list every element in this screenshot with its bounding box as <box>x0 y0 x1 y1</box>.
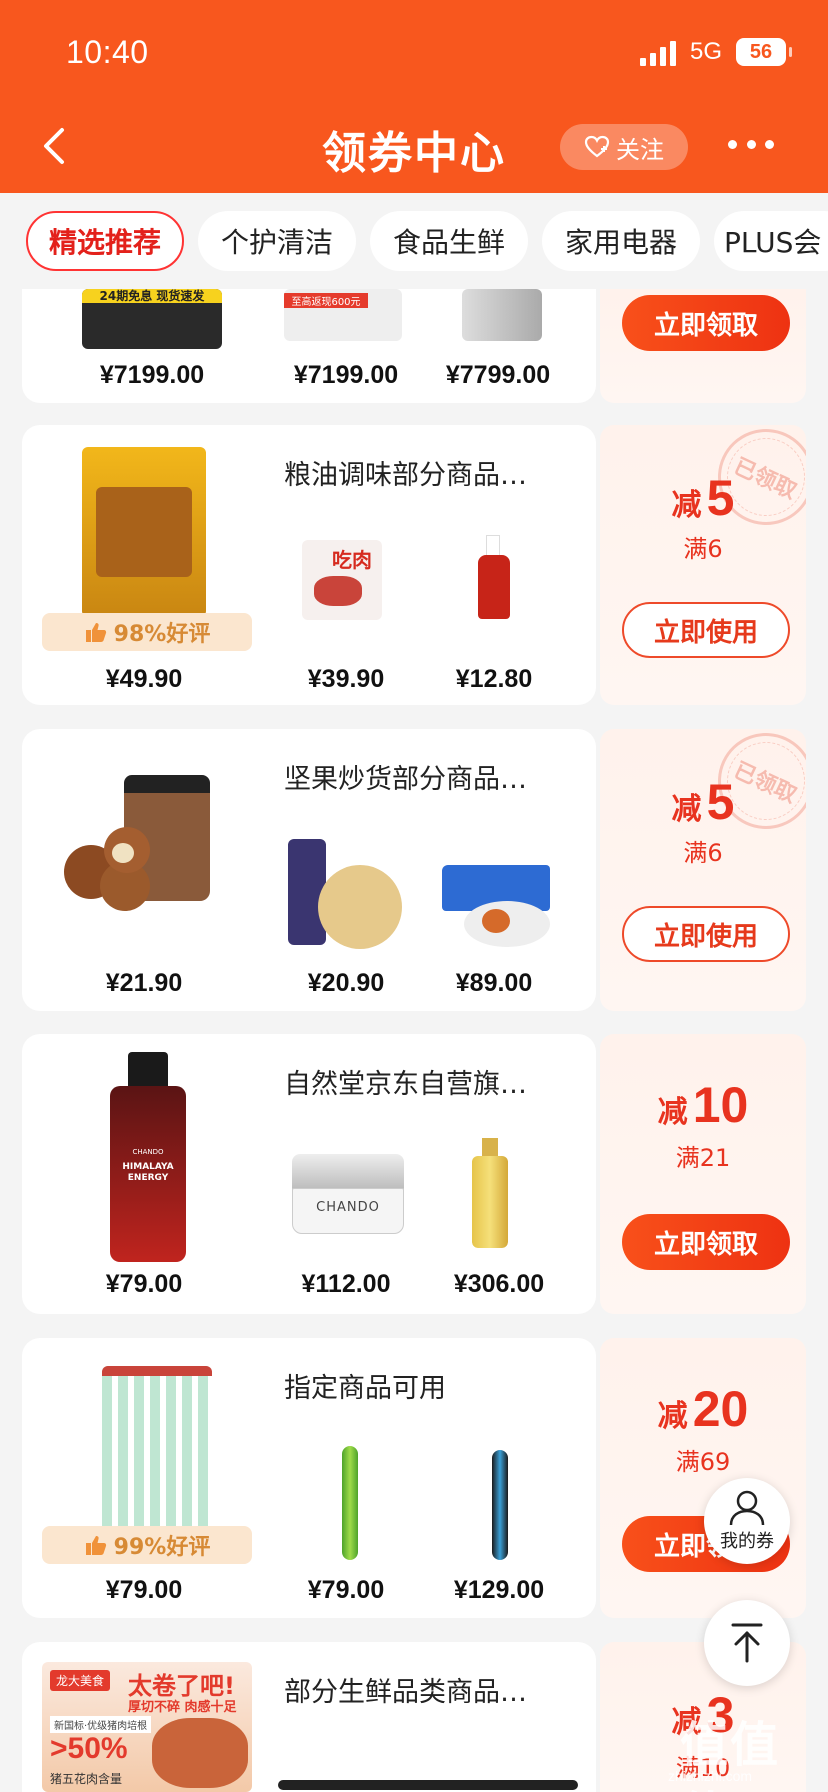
discount-amount: 减 20 <box>657 1381 749 1437</box>
battery-icon: 56 <box>736 38 792 66</box>
product-image[interactable]: 至高返现600元 <box>284 289 402 341</box>
product-price: ¥79.00 <box>307 1576 385 1604</box>
product-image[interactable] <box>472 1138 508 1248</box>
product-image[interactable]: 24期免息 现货速发 <box>82 289 222 349</box>
product-image[interactable]: 龙大美食 太卷了吧! 厚切不碎 肉感十足 新国标·优级猪肉培根 >50% 猪五花… <box>42 1662 252 1792</box>
product-price: ¥89.00 <box>455 969 533 997</box>
coupon-title: 指定商品可用 <box>284 1373 446 1404</box>
product-price: ¥21.90 <box>105 969 183 997</box>
arrow-up-icon <box>731 1623 763 1663</box>
status-time: 10:40 <box>66 34 149 70</box>
discount-amount: 减 5 <box>671 774 735 830</box>
discount-amount: 减 10 <box>657 1077 749 1133</box>
coupon-card: 粮油调味部分商品… 98%好评 吃肉 ¥49.90 ¥39.90 ¥12.80 … <box>22 425 806 705</box>
coupon-card: 坚果炒货部分商品… ¥21.90 ¥20.90 ¥89.00 已领取 减 5 满… <box>22 729 806 1011</box>
app-header: 10:40 5G 56 领券中心 关注 <box>0 0 828 193</box>
thumbs-up-icon <box>85 1536 106 1555</box>
product-image[interactable] <box>82 447 206 617</box>
back-to-top-button[interactable] <box>704 1600 790 1686</box>
product-price: ¥79.00 <box>105 1270 183 1298</box>
use-button[interactable]: 立即使用 <box>622 906 790 962</box>
product-image[interactable] <box>64 775 224 925</box>
discount-amount: 减 5 <box>671 470 735 526</box>
product-price: ¥7199.00 <box>99 361 205 389</box>
product-image[interactable] <box>442 865 554 947</box>
product-image[interactable]: 吃肉 <box>302 540 382 620</box>
use-button[interactable]: 立即使用 <box>622 602 790 658</box>
product-image[interactable]: CHANDO <box>292 1154 406 1234</box>
tab-food[interactable]: 食品生鲜 <box>370 211 528 271</box>
follow-button[interactable]: 关注 <box>560 124 688 170</box>
product-price: ¥39.90 <box>307 665 385 693</box>
product-price: ¥129.00 <box>453 1576 545 1604</box>
product-price: ¥49.90 <box>105 665 183 693</box>
heart-plus-icon <box>584 135 610 158</box>
product-price: ¥7199.00 <box>293 361 399 389</box>
product-image[interactable] <box>462 289 542 341</box>
coupon-title: 坚果炒货部分商品… <box>284 764 527 795</box>
more-dot-icon <box>765 140 774 149</box>
page-title: 领券中心 <box>322 128 506 179</box>
status-bar: 10:40 5G 56 <box>0 0 828 100</box>
user-icon <box>729 1490 765 1526</box>
coupon-title: 粮油调味部分商品… <box>284 460 527 491</box>
more-dot-icon <box>728 140 737 149</box>
product-price: ¥12.80 <box>455 665 533 693</box>
claim-button[interactable]: 立即领取 <box>622 1214 790 1270</box>
discount-threshold: 满69 <box>675 1448 731 1476</box>
coupon-title: 部分生鲜品类商品… <box>284 1677 527 1708</box>
thumbs-up-icon <box>85 623 106 642</box>
discount-threshold: 满21 <box>675 1144 731 1172</box>
watermark-url: zhizhizhi.com <box>668 1768 753 1784</box>
tab-appliances[interactable]: 家用电器 <box>542 211 700 271</box>
tab-featured[interactable]: 精选推荐 <box>26 211 184 271</box>
network-type: 5G <box>690 38 723 65</box>
discount-threshold: 满6 <box>683 839 723 867</box>
tab-plus[interactable]: PLUS会 <box>714 211 828 271</box>
product-price: ¥7799.00 <box>445 361 551 389</box>
product-image[interactable] <box>474 535 514 621</box>
coupon-title: 自然堂京东自营旗… <box>284 1069 527 1100</box>
coupon-card: 自然堂京东自营旗… HIMALAYA ENERGY CHANDO CHANDO … <box>22 1034 806 1314</box>
product-image[interactable] <box>480 1450 520 1570</box>
rating-badge: 99%好评 <box>42 1526 252 1564</box>
follow-label: 关注 <box>616 135 664 164</box>
product-price: ¥306.00 <box>453 1270 545 1298</box>
product-image[interactable] <box>268 1766 578 1792</box>
coupon-card: 24期免息 现货速发 至高返现600元 ¥7199.00 ¥7199.00 ¥7… <box>22 289 806 403</box>
claim-button[interactable]: 立即领取 <box>622 295 790 351</box>
signal-icon <box>640 40 680 66</box>
product-price: ¥112.00 <box>301 1270 391 1298</box>
discount-threshold: 满6 <box>683 535 723 563</box>
my-coupons-button[interactable]: 我的券 <box>704 1478 790 1564</box>
tab-personal-care[interactable]: 个护清洁 <box>198 211 356 271</box>
my-coupons-label: 我的券 <box>720 1531 774 1552</box>
product-image[interactable] <box>284 839 404 949</box>
more-dot-icon <box>746 140 756 149</box>
coupon-card: 指定商品可用 99%好评 ¥79.00 ¥79.00 ¥129.00 减 20 … <box>22 1338 806 1618</box>
product-price: ¥79.00 <box>105 1576 183 1604</box>
category-tabs: 精选推荐 个护清洁 食品生鲜 家用电器 PLUS会 <box>0 193 828 289</box>
product-price: ¥20.90 <box>307 969 385 997</box>
product-image[interactable]: HIMALAYA ENERGY CHANDO <box>110 1052 186 1262</box>
product-image[interactable] <box>102 1366 212 1534</box>
product-image[interactable] <box>330 1446 370 1566</box>
rating-badge: 98%好评 <box>42 613 252 651</box>
more-button[interactable] <box>728 140 774 152</box>
